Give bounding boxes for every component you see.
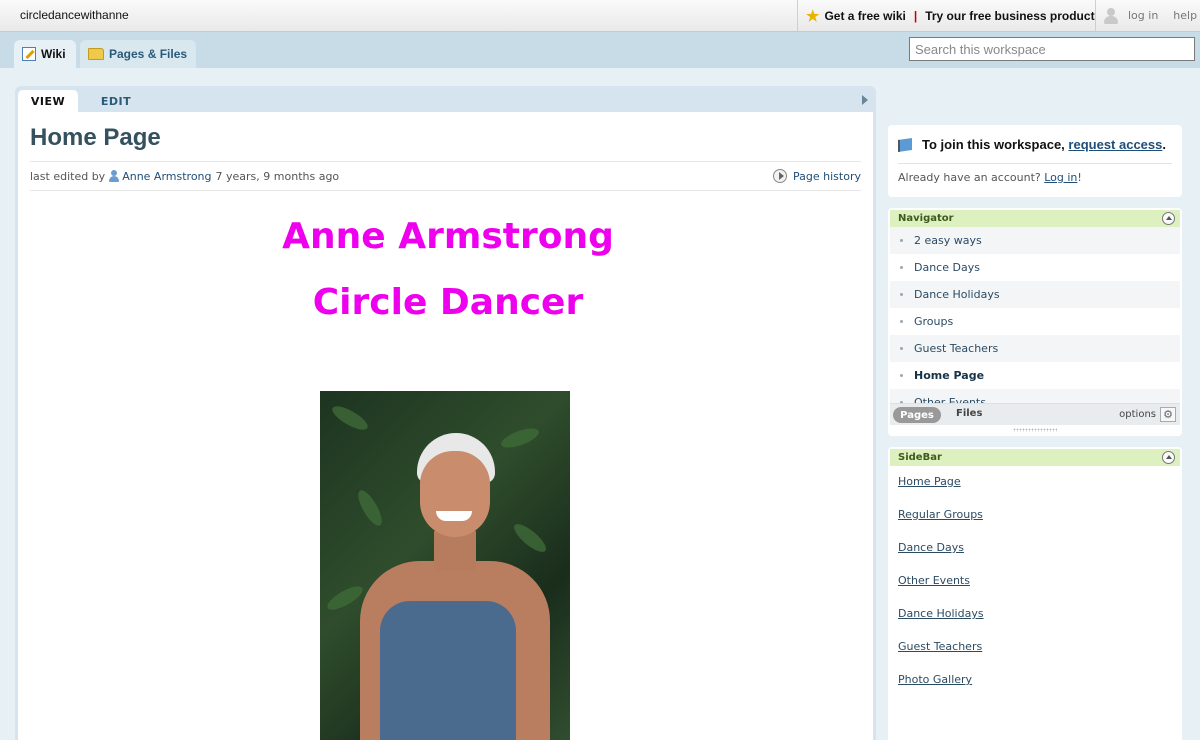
tab-wiki[interactable]: Wiki [14,40,76,68]
account-area: log in help [1095,0,1200,31]
navigator-title: Navigator [898,213,954,224]
search-input[interactable] [909,37,1195,61]
sidebar-link[interactable]: Home Page [898,475,984,508]
page-content: Home Page last edited by Anne Armstrong … [18,112,873,740]
sidebar-links: Home Page Regular Groups Dance Days Othe… [898,475,984,706]
tab-pages-files[interactable]: Pages & Files [80,40,196,68]
top-bar: circledancewithanne ★ Get a free wiki | … [0,0,1200,32]
already-account-text: Already have an account? Log in! [898,171,1082,184]
sidebar-box: SideBar Home Page Regular Groups Dance D… [888,447,1182,740]
collapse-arrow-icon[interactable] [862,95,868,105]
folder-icon [88,48,104,60]
options-link[interactable]: options [1119,409,1156,420]
sidebar-link[interactable]: Guest Teachers [898,640,984,673]
history-icon [773,169,788,183]
promo-bar: ★ Get a free wiki | Try our free busines… [797,0,1095,31]
tab-view[interactable]: VIEW [18,90,78,112]
user-icon [1104,7,1118,24]
request-access-link[interactable]: request access [1068,137,1162,152]
sidebar-link[interactable]: Dance Holidays [898,607,984,640]
gear-icon[interactable]: ⚙ [1160,407,1176,422]
tab-wiki-label: Wiki [41,47,66,61]
log-in-link[interactable]: log in [1128,9,1158,22]
page-meta: last edited by Anne Armstrong 7 years, 9… [30,161,861,191]
page-panel: VIEW EDIT Home Page last edited by Anne … [15,86,876,740]
log-in-sidebar-link[interactable]: Log in [1044,171,1077,184]
get-free-wiki-link[interactable]: Get a free wiki [824,9,905,23]
resize-grip-icon[interactable] [1013,428,1057,432]
author-link[interactable]: Anne Armstrong [122,170,211,183]
last-edited-label: last edited by [30,169,106,183]
sidebar-link[interactable]: Other Events [898,574,984,607]
navigator-item-current[interactable]: Home Page [890,362,1180,389]
sidebar-header: SideBar [890,449,1180,466]
star-icon: ★ [806,7,820,25]
navigator-item[interactable]: Groups [890,308,1180,335]
files-tab-button[interactable]: Files [956,408,982,419]
collapse-toggle-icon[interactable] [1162,212,1175,225]
page-history-label: Page history [793,169,861,183]
wiki-edit-icon [22,47,36,61]
pages-tab-button[interactable]: Pages [893,407,941,423]
navigator-item[interactable]: Dance Days [890,254,1180,281]
help-link[interactable]: help [1173,9,1197,22]
portrait-photo [320,391,570,740]
author-icon [109,170,120,182]
sidebar-title: SideBar [898,452,942,463]
promo-separator: | [913,8,918,23]
navigator-item[interactable]: 2 easy ways [890,227,1180,254]
join-workspace-box: To join this workspace, request access. … [888,125,1182,197]
heading-subtitle: Circle Dancer [312,282,584,323]
navigator-list: 2 easy ways Dance Days Dance Holidays Gr… [890,227,1180,407]
navigator-box: Navigator 2 easy ways Dance Days Dance H… [888,208,1182,436]
sidebar-link[interactable]: Regular Groups [898,508,984,541]
page-tabs: VIEW EDIT [15,86,876,112]
flag-icon [898,138,912,152]
site-name[interactable]: circledancewithanne [20,8,129,22]
navigator-header: Navigator [890,210,1180,227]
heading-name: Anne Armstrong [282,216,614,257]
sidebar-link[interactable]: Photo Gallery [898,673,984,706]
edited-ago: 7 years, 9 months ago [215,169,340,183]
join-text: To join this workspace, request access. [922,137,1166,152]
business-product-link[interactable]: Try our free business product [925,9,1094,23]
tab-pages-files-label: Pages & Files [109,47,188,61]
navigator-item[interactable]: Guest Teachers [890,335,1180,362]
navigator-item[interactable]: Dance Holidays [890,281,1180,308]
page-history-link[interactable]: Page history [773,169,861,183]
sidebar-link[interactable]: Dance Days [898,541,984,574]
tab-edit[interactable]: EDIT [91,90,141,112]
page-title: Home Page [30,124,161,151]
collapse-toggle-icon[interactable] [1162,451,1175,464]
navigator-footer: Pages Files options ⚙ [890,403,1180,425]
